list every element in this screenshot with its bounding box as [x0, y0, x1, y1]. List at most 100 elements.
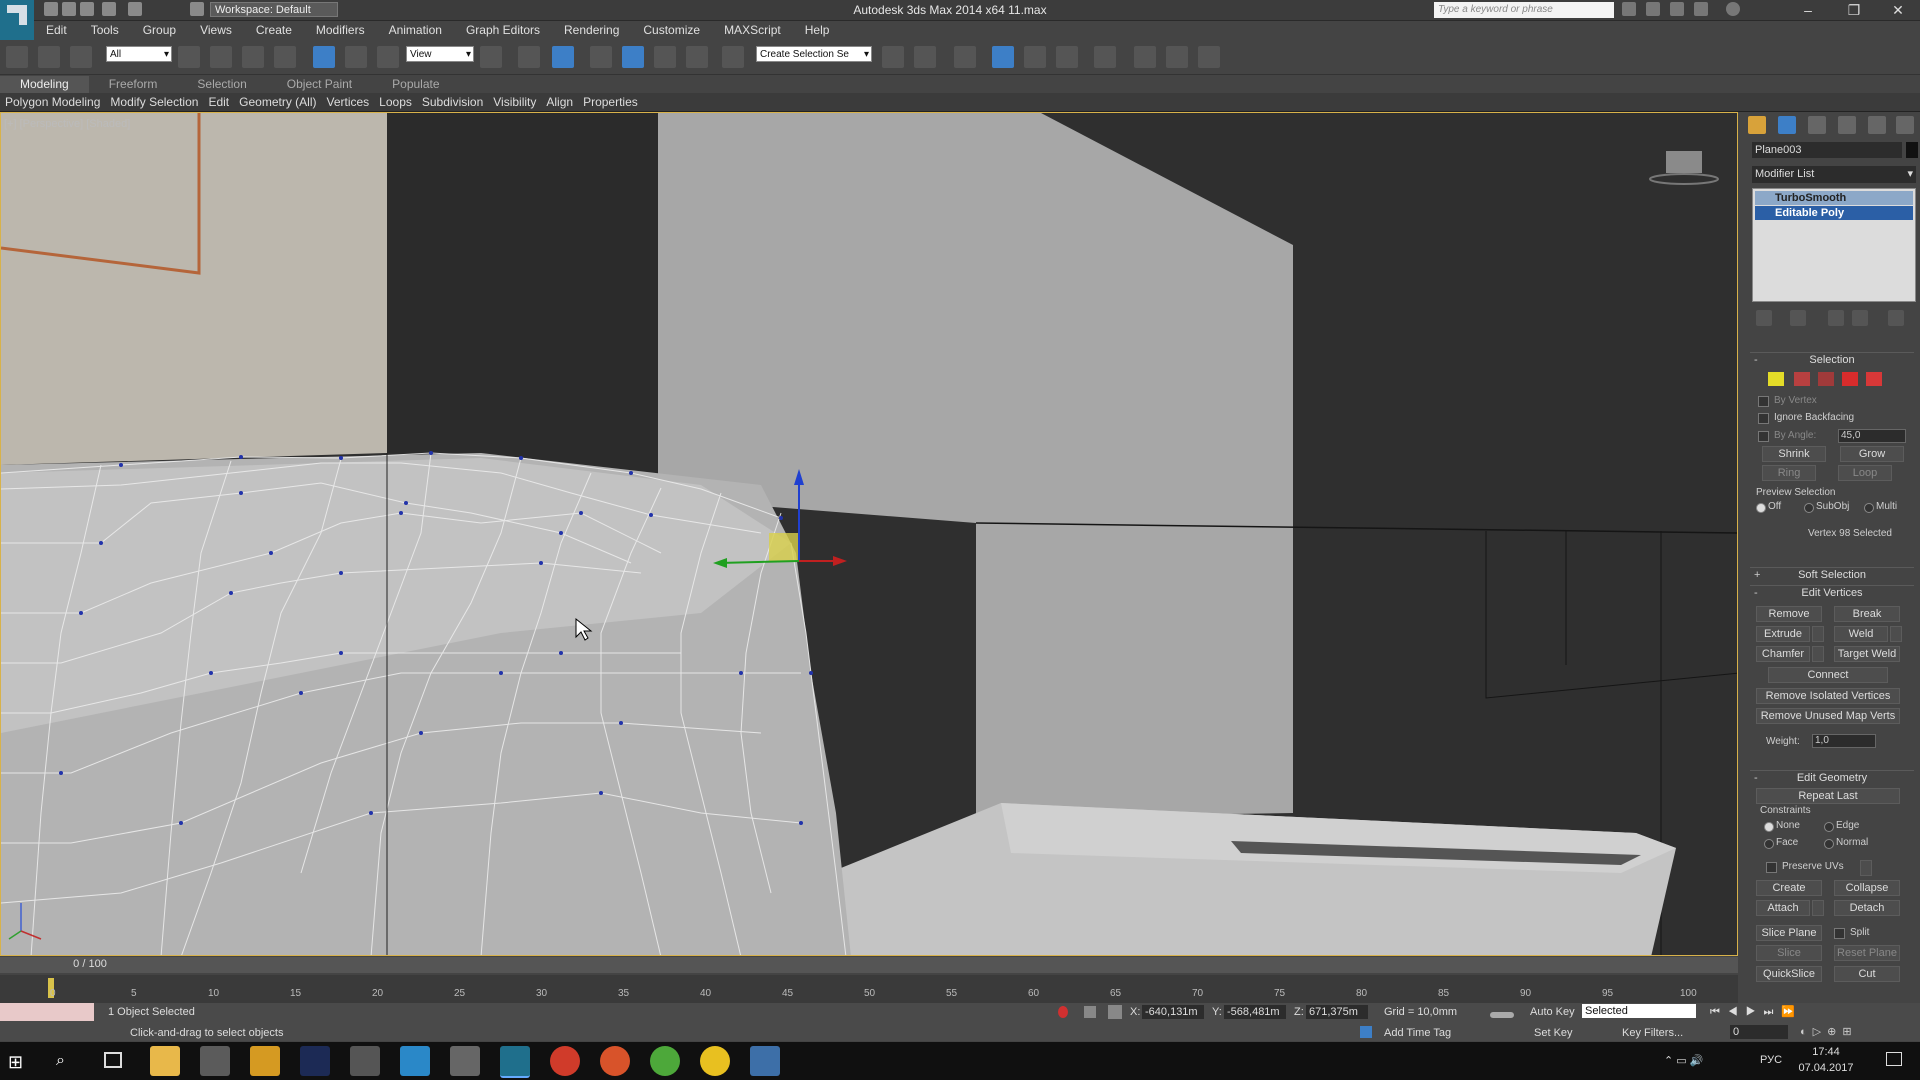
keyboard-shortcut-override-icon[interactable]: [552, 46, 574, 68]
select-object-icon[interactable]: [178, 46, 200, 68]
grow-button[interactable]: Grow: [1840, 446, 1904, 462]
cut-button[interactable]: Cut: [1834, 966, 1900, 982]
file-explorer-icon[interactable]: [150, 1046, 180, 1076]
ring-button[interactable]: Ring: [1762, 465, 1816, 481]
current-frame-field[interactable]: 0: [1730, 1025, 1788, 1039]
attach-list-icon[interactable]: [1812, 900, 1824, 916]
soft-selection-rollout-header[interactable]: + Soft Selection: [1750, 567, 1914, 582]
viewport-scene[interactable]: [1, 113, 1738, 956]
by-angle-checkbox[interactable]: [1758, 431, 1769, 442]
3dsmax-taskbar-icon[interactable]: [500, 1046, 530, 1078]
edge-subobject-icon[interactable]: [1794, 372, 1810, 386]
target-weld-button[interactable]: Target Weld: [1834, 646, 1900, 662]
menu-maxscript[interactable]: MAXScript: [712, 21, 793, 40]
task-view-icon[interactable]: [104, 1052, 122, 1068]
curve-editor-icon[interactable]: [1024, 46, 1046, 68]
angle-spinner[interactable]: 45,0: [1838, 429, 1906, 443]
menu-tools[interactable]: Tools: [79, 21, 131, 40]
loop-button[interactable]: Loop: [1838, 465, 1892, 481]
extrude-settings-icon[interactable]: [1812, 626, 1824, 642]
tab-modeling[interactable]: Modeling: [0, 76, 89, 93]
repeat-last-button[interactable]: Repeat Last: [1756, 788, 1900, 804]
render-production-icon[interactable]: [1198, 46, 1220, 68]
select-and-link-icon[interactable]: [6, 46, 28, 68]
mudbox-icon[interactable]: [250, 1046, 280, 1076]
slice-button[interactable]: Slice: [1756, 945, 1822, 961]
polygon-subobject-icon[interactable]: [1842, 372, 1858, 386]
photoshop-icon[interactable]: [300, 1046, 330, 1076]
reset-plane-button[interactable]: Reset Plane: [1834, 945, 1900, 961]
rendered-frame-window-icon[interactable]: [1166, 46, 1188, 68]
tab-selection[interactable]: Selection: [177, 76, 266, 93]
stack-item-editable-poly[interactable]: Editable Poly: [1755, 206, 1913, 220]
calculator-icon[interactable]: [450, 1046, 480, 1076]
material-editor-icon[interactable]: [1094, 46, 1116, 68]
weight-spinner[interactable]: 1,0: [1812, 734, 1876, 748]
isolate-selection-icon[interactable]: [1058, 1006, 1068, 1018]
spinner-snap-icon[interactable]: [686, 46, 708, 68]
menu-group[interactable]: Group: [131, 21, 188, 40]
select-and-rotate-icon[interactable]: [345, 46, 367, 68]
selection-lock-icon[interactable]: [1084, 1006, 1096, 1018]
workspace-dropdown[interactable]: Workspace: Default: [210, 2, 338, 17]
graphite-ribbon-icon[interactable]: [992, 46, 1014, 68]
hierarchy-panel-icon[interactable]: [1808, 116, 1826, 134]
remove-unused-map-verts-button[interactable]: Remove Unused Map Verts: [1756, 708, 1900, 724]
panel-properties[interactable]: Properties: [578, 93, 643, 111]
menu-create[interactable]: Create: [244, 21, 304, 40]
key-selection-set-dropdown[interactable]: Selected: [1582, 1004, 1696, 1018]
remove-isolated-vertices-button[interactable]: Remove Isolated Vertices: [1756, 688, 1900, 704]
undo-icon[interactable]: [102, 2, 116, 16]
remove-button[interactable]: Remove: [1756, 606, 1822, 622]
playback-controls[interactable]: ⏮◀▶⏭⏩: [1710, 1005, 1910, 1019]
preserve-uvs-settings-icon[interactable]: [1860, 860, 1872, 876]
chrome-icon[interactable]: [550, 1046, 580, 1076]
media-player-icon[interactable]: [700, 1046, 730, 1076]
modify-panel-icon[interactable]: [1778, 116, 1796, 134]
make-unique-icon[interactable]: [1828, 310, 1844, 326]
key-icon[interactable]: [1490, 1012, 1514, 1018]
menu-edit[interactable]: Edit: [34, 21, 79, 40]
panel-align[interactable]: Align: [541, 93, 578, 111]
select-and-move-icon[interactable]: [313, 46, 335, 68]
weld-settings-icon[interactable]: [1890, 626, 1902, 642]
connect-button[interactable]: Connect: [1768, 667, 1888, 683]
snaps-toggle-icon[interactable]: [590, 46, 612, 68]
menu-modifiers[interactable]: Modifiers: [304, 21, 377, 40]
panel-vertices[interactable]: Vertices: [321, 93, 374, 111]
panel-visibility[interactable]: Visibility: [488, 93, 541, 111]
project-folder-icon[interactable]: [190, 2, 204, 16]
rectangular-selection-icon[interactable]: [242, 46, 264, 68]
close-button[interactable]: ✕: [1880, 2, 1916, 18]
pivot-center-icon[interactable]: [480, 46, 502, 68]
x-coordinate-field[interactable]: -640,131m: [1142, 1005, 1204, 1019]
object-name-field[interactable]: Plane003: [1752, 142, 1902, 158]
unlink-selection-icon[interactable]: [38, 46, 60, 68]
constraint-edge-radio[interactable]: [1824, 822, 1834, 832]
redo-icon[interactable]: [128, 2, 142, 16]
absolute-mode-icon[interactable]: [1108, 1005, 1122, 1019]
vertex-subobject-icon[interactable]: [1768, 372, 1784, 386]
named-selection-set-dropdown[interactable]: Create Selection Se: [756, 46, 872, 63]
align-icon[interactable]: [914, 46, 936, 68]
tab-populate[interactable]: Populate: [372, 76, 459, 93]
show-end-result-icon[interactable]: [1790, 310, 1806, 326]
maxscript-listener[interactable]: [0, 1003, 94, 1021]
maximize-button[interactable]: ❐: [1836, 2, 1872, 18]
border-subobject-icon[interactable]: [1818, 372, 1834, 386]
constraint-none-radio[interactable]: [1764, 822, 1774, 832]
edit-named-selection-icon[interactable]: [722, 46, 744, 68]
torrent-icon[interactable]: [650, 1046, 680, 1076]
bind-to-space-warp-icon[interactable]: [70, 46, 92, 68]
open-file-icon[interactable]: [62, 2, 76, 16]
panel-polygon-modeling[interactable]: Polygon Modeling: [0, 93, 105, 111]
store-icon[interactable]: [200, 1046, 230, 1076]
menu-customize[interactable]: Customize: [631, 21, 712, 40]
weld-button[interactable]: Weld: [1834, 626, 1888, 642]
minimize-button[interactable]: –: [1790, 2, 1826, 18]
break-button[interactable]: Break: [1834, 606, 1900, 622]
panel-loops[interactable]: Loops: [374, 93, 417, 111]
logitech-icon[interactable]: [400, 1046, 430, 1076]
clock-time[interactable]: 17:44: [1796, 1046, 1856, 1058]
element-subobject-icon[interactable]: [1866, 372, 1882, 386]
